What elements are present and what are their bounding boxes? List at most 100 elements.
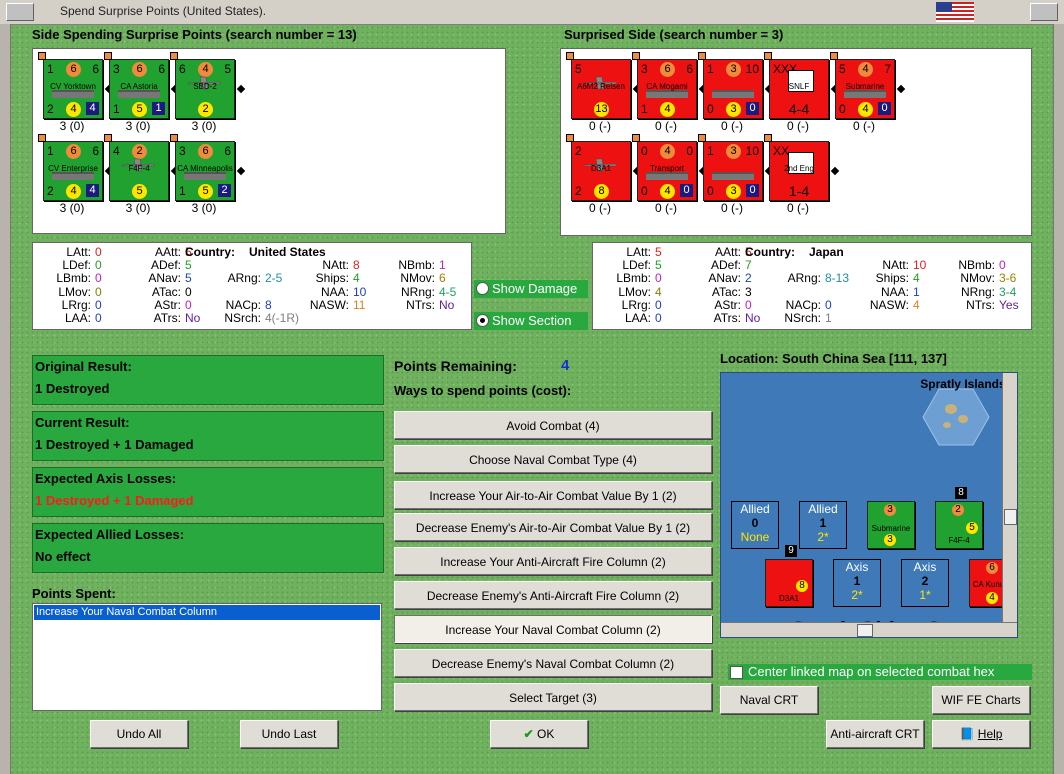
wif-charts-button[interactable]: WIF FE Charts: [932, 686, 1030, 714]
undo-all-button[interactable]: Undo All: [90, 720, 188, 748]
stat-value-nsrch: 4(-1R): [265, 311, 300, 325]
choose-naval-combat-type-button[interactable]: Choose Naval Combat Type (4): [394, 445, 712, 473]
counter-bottom-center: 4: [858, 102, 873, 117]
counter-caption: 0 (-): [721, 201, 743, 215]
stat-label-adef: ADef:: [710, 258, 741, 273]
points-spent-title: Points Spent:: [32, 586, 116, 601]
counter-bottom-right: 0: [680, 184, 693, 197]
allied-box-1[interactable]: Allied 1 2*: [799, 501, 847, 549]
help-book-icon: 📘: [959, 727, 975, 741]
counter-top-right: 5: [224, 62, 231, 76]
stat-value-laa: 0: [95, 311, 102, 325]
counter-top-left: 1: [707, 62, 714, 76]
counter-top-left: 4: [113, 144, 120, 158]
show-damage-radio[interactable]: Show Damage: [474, 280, 588, 298]
axis-losses-box: Expected Axis Losses: 1 Destroyed + 1 Da…: [32, 467, 384, 517]
select-target-button[interactable]: Select Target (3): [394, 683, 712, 711]
unit-counter[interactable]: XX 2nd Eng 1-4: [764, 134, 840, 201]
unit-counter[interactable]: 5 A6M2 Reisen 13: [566, 52, 642, 119]
counter-bottom-center: 5: [132, 102, 147, 117]
counter-top-center: 6: [132, 62, 147, 77]
stat-value-lmov: 0: [95, 284, 102, 299]
map-d3a1-counter[interactable]: D3A1 8: [765, 559, 813, 607]
stack-count-b: 9: [785, 545, 797, 557]
undo-last-button[interactable]: Undo Last: [240, 720, 338, 748]
linked-map[interactable]: Spratly Islands ( Allied 0 None Allied 1…: [720, 372, 1018, 638]
unit-counter[interactable]: 0 4 0 Transport 0 4 0: [632, 134, 708, 201]
ok-button[interactable]: ✔ OK: [490, 720, 588, 748]
points-spent-list[interactable]: Increase Your Naval Combat Column: [32, 603, 382, 711]
unit-counter[interactable]: 3 6 6 CA Minneapolis 1 5 2: [170, 134, 246, 201]
map-submarine-counter[interactable]: 3 Submarine 3: [867, 501, 915, 549]
stat-label-latt: LAtt:: [66, 245, 91, 259]
stat-value-laa: 0: [655, 311, 662, 325]
unit-counter[interactable]: 4 2 F4F-4 5: [104, 134, 180, 201]
stat-value-nrng: 3-4: [999, 284, 1017, 299]
stat-label-atrs: ATrs:: [713, 311, 741, 325]
stat-value-ldef: 5: [655, 258, 662, 273]
counter-marker-icon: [38, 134, 46, 142]
unit-counter[interactable]: 1 6 6 CV Enterprise 2 4 4: [38, 134, 114, 201]
horizontal-scroll-thumb[interactable]: [857, 624, 873, 637]
decrease-enemy-naval-combat-button[interactable]: Decrease Enemy's Naval Combat Column (2): [394, 649, 712, 677]
unit-counter[interactable]: 1 3 10 0 3 0: [698, 134, 774, 201]
show-section-radio[interactable]: Show Section: [474, 312, 588, 330]
counter-marker-icon: [830, 52, 838, 60]
counter-marker-icon: [698, 52, 706, 60]
naval-crt-button[interactable]: Naval CRT: [720, 686, 818, 714]
decrease-enemy-aa-fire-button[interactable]: Decrease Enemy's Anti-Aircraft Fire Colu…: [394, 581, 712, 609]
map-d3a1-name: D3A1: [778, 594, 799, 603]
counter-caption: 3 (0): [125, 119, 151, 133]
allied-box-0[interactable]: Allied 0 None: [731, 501, 779, 549]
increase-naval-combat-button[interactable]: Increase Your Naval Combat Column (2): [394, 615, 712, 643]
avoid-combat-button[interactable]: Avoid Combat (4): [394, 411, 712, 439]
counter-bottom-center: 4: [660, 184, 675, 199]
counter-top-right: 0: [686, 144, 693, 158]
stat-label-naa: NAA:: [320, 284, 349, 299]
unit-counter[interactable]: 6 4 5 SBD-2 2: [170, 52, 246, 119]
map-horizontal-scrollbar[interactable]: [721, 622, 1017, 637]
counter-name: SBD-2: [193, 82, 217, 91]
window-frame-right: [1053, 24, 1064, 774]
counter-bottom-center: 5: [198, 184, 213, 199]
vertical-scroll-thumb[interactable]: [1004, 509, 1017, 525]
decrease-enemy-air-to-air-button[interactable]: Decrease Enemy's Air-to-Air Combat Value…: [394, 513, 712, 541]
unit-counter[interactable]: 1 6 6 CV Yorktown 2 4 4: [38, 52, 114, 119]
axis-box-1[interactable]: Axis 1 2*: [833, 559, 881, 607]
unit-counter[interactable]: 3 6 6 CA Astoria 1 5 1: [104, 52, 180, 119]
counter-bottom-right: 4: [86, 184, 99, 197]
unit-counter[interactable]: 5 4 7 Submarine 0 4 0: [830, 52, 906, 119]
show-damage-label: Show Damage: [492, 281, 578, 296]
stat-value-latt: 0: [95, 245, 102, 259]
system-menu-button[interactable]: [6, 3, 34, 21]
stat-value-latt: 5: [655, 245, 662, 259]
counter-arrow-icon: [236, 84, 246, 94]
unit-counter[interactable]: 3 6 6 CA Mogami 1 4: [632, 52, 708, 119]
axis-box-2[interactable]: Axis 2 1*: [901, 559, 949, 607]
list-item[interactable]: Increase Your Naval Combat Column: [34, 605, 380, 620]
current-result-value: 1 Destroyed + 1 Damaged: [35, 437, 194, 452]
increase-aa-fire-button[interactable]: Increase Your Anti-Aircraft Fire Column …: [394, 547, 712, 575]
stat-value-nacp: 0: [825, 297, 832, 312]
unit-counter[interactable]: 2 D3A1 2 8: [566, 134, 642, 201]
axis-box-2-num: 2: [921, 574, 929, 588]
map-f4f-counter[interactable]: 2 F4F-4 5: [935, 501, 983, 549]
center-map-checkbox[interactable]: Center linked map on selected combat hex: [728, 664, 1032, 680]
allied-box-0-sub: None: [740, 530, 770, 544]
stat-label-ldef: LDef:: [622, 258, 651, 273]
unit-counter[interactable]: 1 3 10 0 3 0: [698, 52, 774, 119]
counter-top-right: 6: [158, 62, 165, 76]
unit-counter[interactable]: XXX SNLF 4-4: [764, 52, 840, 119]
counter-top-left: 5: [575, 62, 582, 76]
increase-air-to-air-button[interactable]: Increase Your Air-to-Air Combat Value By…: [394, 481, 712, 509]
counter-bottom-left: 2: [575, 184, 582, 198]
surprised-side-header: Surprised Side (search number = 3): [564, 27, 784, 42]
allied-box-1-title: Allied: [808, 502, 838, 516]
stat-label-atac: ATac:: [711, 284, 741, 299]
help-button[interactable]: 📘 Help: [932, 720, 1030, 748]
window-control-button[interactable]: [1030, 3, 1058, 21]
radio-selected-icon: [476, 314, 489, 327]
stat-value-nasw: 11: [353, 297, 366, 312]
map-vertical-scrollbar[interactable]: [1002, 373, 1017, 623]
aa-crt-button[interactable]: Anti-aircraft CRT: [826, 720, 924, 748]
